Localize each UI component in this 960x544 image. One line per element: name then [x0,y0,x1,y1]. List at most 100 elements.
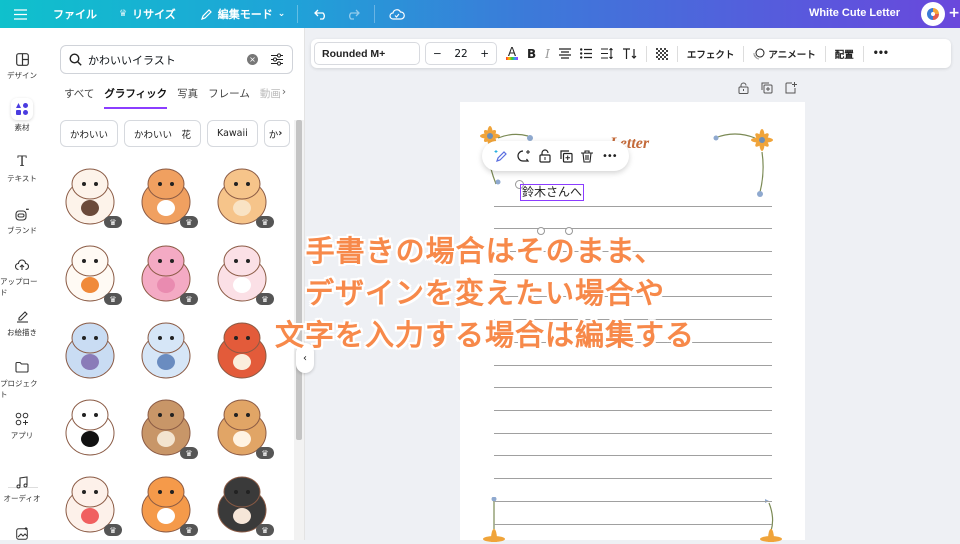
rail-item-design[interactable]: デザイン [0,48,44,81]
rail-item-magic-media[interactable] [0,522,44,544]
graphic-snake[interactable] [54,389,126,461]
share-plus-button[interactable]: + [948,5,960,21]
document-title[interactable]: White Cute Letter [809,7,900,19]
tab-photos[interactable]: 写真 [177,86,198,109]
file-menu[interactable]: ファイル [53,0,97,28]
search-box[interactable]: × [60,45,293,74]
graphic-cat-with-coffee[interactable]: ♛ [54,158,126,230]
rail-item-draw[interactable]: お絵描き [0,305,44,338]
tab-all[interactable]: すべて [64,86,94,109]
rail-label: アップロード [0,277,38,297]
font-selector[interactable]: Rounded M+ [314,42,420,65]
graphic-salmon-sushi[interactable]: ♛ [130,466,202,538]
rail-item-audio[interactable]: オーディオ [0,471,44,504]
decrease-size-button[interactable]: − [433,48,442,60]
graphic-bunny-with-carrot[interactable]: ♛ [54,235,126,307]
graphic-cat-in-teacup[interactable]: ♛ [206,235,278,307]
chip[interactable]: Kawaii [207,120,258,147]
menu-button[interactable] [14,0,27,28]
italic-button[interactable]: I [545,47,550,61]
spacing-button[interactable] [600,48,614,59]
premium-crown-icon: ♛ [256,216,274,228]
avatar[interactable] [921,2,945,26]
graphic-blue-bird[interactable] [54,312,126,384]
add-page-icon[interactable] [785,82,797,94]
comment-icon[interactable] [517,149,531,163]
rail-item-apps[interactable]: アプリ [0,408,44,441]
flower-decoration-top-right [713,129,773,197]
move-handle[interactable] [565,227,573,235]
rail-item-elements[interactable]: 素材 [0,98,44,133]
selected-text-box[interactable]: 鈴木さんへ [520,184,585,201]
animate-button[interactable]: アニメート [753,47,816,61]
rail-label: テキスト [7,174,37,183]
clear-search-icon[interactable]: × [247,54,258,65]
tab-frames[interactable]: フレーム [208,86,250,109]
panel-scrollbar[interactable] [294,120,304,540]
premium-crown-icon: ♛ [180,447,198,459]
top-bar: ファイル ♛ リサイズ 編集モード ⌄ White Cute Letter + [0,0,960,28]
graphic-snowman[interactable] [130,312,202,384]
ruled-line [494,365,772,366]
graphic-fox[interactable]: ♛ [130,158,202,230]
rail-item-upload[interactable]: アップロード [0,254,44,298]
graphic-shiba-dog[interactable]: ♛ [206,389,278,461]
divider [645,45,647,62]
graphic-girl-with-hat[interactable]: ♛ [206,466,278,538]
graphic-orange-cat[interactable]: ♛ [206,158,278,230]
rail-item-brand[interactable]: ブランド [0,203,44,236]
transparency-button[interactable] [655,47,668,60]
duplicate-page-icon[interactable] [761,82,773,94]
more-options-button[interactable]: ••• [873,48,889,59]
premium-crown-icon: ♛ [256,524,274,536]
divider [297,5,299,23]
text-color-button[interactable]: A [506,46,518,60]
position-button[interactable]: 配置 [835,47,854,61]
magic-edit-icon[interactable] [494,149,508,163]
hamburger-icon [14,8,27,20]
undo-button[interactable] [314,0,328,28]
graphic-cat-with-heart[interactable]: ♛ [54,466,126,538]
ruled-line [494,274,772,275]
more-icon[interactable]: ••• [602,151,618,162]
divider [862,45,864,62]
resize-button[interactable]: ♛ リサイズ [119,0,176,28]
scrollbar-thumb[interactable] [296,120,302,440]
chip[interactable]: か › [263,120,290,147]
trash-icon[interactable] [581,149,594,163]
rail-item-text[interactable]: T テキスト [0,151,44,184]
duplicate-icon[interactable] [560,149,573,163]
tabs-scroll-right-icon[interactable]: › [282,86,286,109]
redo-button[interactable] [346,0,361,28]
effects-button[interactable]: エフェクト [687,47,735,61]
ruled-line [494,478,772,479]
chip[interactable]: かわいい [60,120,119,147]
align-button[interactable] [558,48,571,59]
panel-tabs: すべて グラフィック 写真 フレーム 動画 › [64,86,286,109]
rail-item-projects[interactable]: プロジェクト [0,356,44,400]
vertical-text-icon [622,48,637,59]
resize-handle[interactable] [537,227,545,235]
graphic-mushroom-creature[interactable] [206,312,278,384]
premium-crown-icon: ♛ [180,524,198,536]
filter-icon[interactable] [270,53,284,66]
tab-graphics[interactable]: グラフィック [104,86,168,109]
cloud-save-status[interactable] [389,0,406,28]
vertical-text-button[interactable] [622,48,637,59]
chevron-down-icon: ⌄ [277,9,286,19]
graphic-otter[interactable]: ♛ [130,389,202,461]
design-icon [11,48,33,70]
collapse-panel-button[interactable]: ‹ [296,343,314,373]
lock-icon[interactable] [738,82,749,94]
premium-crown-icon: ♛ [104,524,122,536]
chip[interactable]: かわいい 花 [124,120,202,147]
increase-size-button[interactable]: + [480,48,489,60]
font-size-input[interactable]: 22 [454,48,467,60]
tab-videos[interactable]: 動画 [260,86,280,109]
search-input[interactable] [88,53,247,66]
graphic-axolotl[interactable]: ♛ [130,235,202,307]
lock-icon[interactable] [539,149,551,163]
list-button[interactable] [579,48,592,59]
bold-button[interactable]: B [527,47,536,61]
edit-mode-dropdown[interactable]: 編集モード ⌄ [200,0,286,28]
